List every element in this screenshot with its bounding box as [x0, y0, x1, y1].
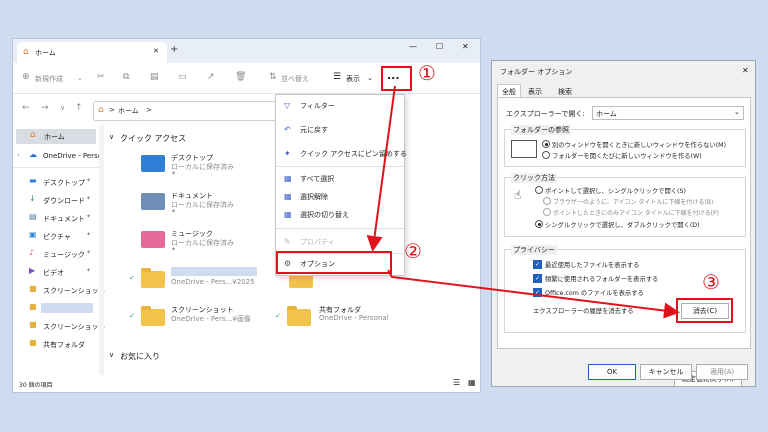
arrow-to-options	[366, 85, 396, 252]
step-1-label: ①	[418, 61, 436, 85]
step-3-label: ③	[702, 270, 720, 294]
arrow-to-clear-button	[387, 269, 680, 319]
step-2-label: ②	[404, 239, 422, 263]
annotation-arrows	[366, 85, 680, 319]
